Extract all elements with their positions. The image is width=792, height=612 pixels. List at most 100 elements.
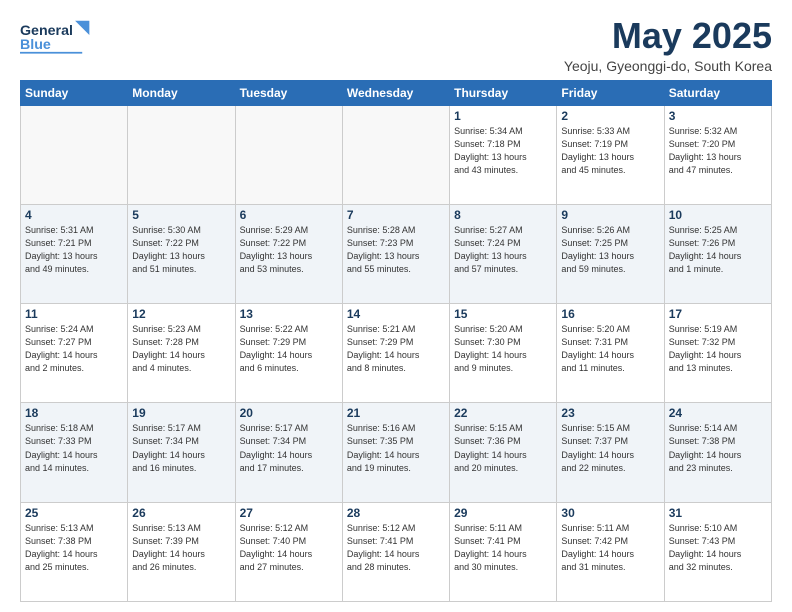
day-info: Sunrise: 5:13 AM Sunset: 7:39 PM Dayligh… [132, 522, 230, 574]
day-number: 11 [25, 307, 123, 321]
calendar-cell: 7 Sunrise: 5:28 AM Sunset: 7:23 PM Daylig… [342, 204, 449, 303]
day-number: 9 [561, 208, 659, 222]
calendar-cell: 23 Sunrise: 5:15 AM Sunset: 7:37 PM Dayli… [557, 403, 664, 502]
day-number: 29 [454, 506, 552, 520]
day-number: 30 [561, 506, 659, 520]
day-info: Sunrise: 5:15 AM Sunset: 7:36 PM Dayligh… [454, 422, 552, 474]
calendar-week-4: 25Sunrise: 5:13 AM Sunset: 7:38 PM Dayli… [21, 502, 772, 601]
calendar-cell [342, 105, 449, 204]
day-info: Sunrise: 5:11 AM Sunset: 7:42 PM Dayligh… [561, 522, 659, 574]
weekday-header-sunday: Sunday [21, 80, 128, 105]
day-number: 6 [240, 208, 338, 222]
weekday-header-thursday: Thursday [450, 80, 557, 105]
day-info: Sunrise: 5:20 AM Sunset: 7:31 PM Dayligh… [561, 323, 659, 375]
calendar-cell: 4 Sunrise: 5:31 AM Sunset: 7:21 PM Daylig… [21, 204, 128, 303]
title-block: May 2025 Yeoju, Gyeonggi-do, South Korea [564, 16, 772, 74]
day-info: Sunrise: 5:25 AM Sunset: 7:26 PM Dayligh… [669, 224, 767, 276]
day-number: 1 [454, 109, 552, 123]
day-info: Sunrise: 5:28 AM Sunset: 7:23 PM Dayligh… [347, 224, 445, 276]
logo-svg: General Blue [20, 16, 100, 61]
day-info: Sunrise: 5:29 AM Sunset: 7:22 PM Dayligh… [240, 224, 338, 276]
day-number: 18 [25, 406, 123, 420]
day-info: Sunrise: 5:32 AM Sunset: 7:20 PM Dayligh… [669, 125, 767, 177]
day-number: 16 [561, 307, 659, 321]
day-info: Sunrise: 5:33 AM Sunset: 7:19 PM Dayligh… [561, 125, 659, 177]
day-number: 2 [561, 109, 659, 123]
day-info: Sunrise: 5:26 AM Sunset: 7:25 PM Dayligh… [561, 224, 659, 276]
day-info: Sunrise: 5:21 AM Sunset: 7:29 PM Dayligh… [347, 323, 445, 375]
calendar-cell: 12Sunrise: 5:23 AM Sunset: 7:28 PM Dayli… [128, 304, 235, 403]
day-info: Sunrise: 5:14 AM Sunset: 7:38 PM Dayligh… [669, 422, 767, 474]
calendar-cell: 30 Sunrise: 5:11 AM Sunset: 7:42 PM Dayli… [557, 502, 664, 601]
day-number: 15 [454, 307, 552, 321]
day-number: 25 [25, 506, 123, 520]
weekday-header-tuesday: Tuesday [235, 80, 342, 105]
calendar-cell: 28Sunrise: 5:12 AM Sunset: 7:41 PM Dayli… [342, 502, 449, 601]
day-info: Sunrise: 5:30 AM Sunset: 7:22 PM Dayligh… [132, 224, 230, 276]
day-info: Sunrise: 5:10 AM Sunset: 7:43 PM Dayligh… [669, 522, 767, 574]
location: Yeoju, Gyeonggi-do, South Korea [564, 58, 772, 74]
calendar-week-1: 4 Sunrise: 5:31 AM Sunset: 7:21 PM Daylig… [21, 204, 772, 303]
calendar-cell: 27 Sunrise: 5:12 AM Sunset: 7:40 PM Dayli… [235, 502, 342, 601]
day-number: 17 [669, 307, 767, 321]
day-number: 27 [240, 506, 338, 520]
weekday-header-row: SundayMondayTuesdayWednesdayThursdayFrid… [21, 80, 772, 105]
calendar-cell: 13Sunrise: 5:22 AM Sunset: 7:29 PM Dayli… [235, 304, 342, 403]
calendar-cell: 15Sunrise: 5:20 AM Sunset: 7:30 PM Dayli… [450, 304, 557, 403]
logo: General Blue [20, 16, 100, 61]
calendar-cell: 31 Sunrise: 5:10 AM Sunset: 7:43 PM Dayli… [664, 502, 771, 601]
day-info: Sunrise: 5:12 AM Sunset: 7:40 PM Dayligh… [240, 522, 338, 574]
calendar-cell: 6 Sunrise: 5:29 AM Sunset: 7:22 PM Daylig… [235, 204, 342, 303]
calendar-cell: 5 Sunrise: 5:30 AM Sunset: 7:22 PM Daylig… [128, 204, 235, 303]
day-number: 24 [669, 406, 767, 420]
day-info: Sunrise: 5:17 AM Sunset: 7:34 PM Dayligh… [132, 422, 230, 474]
day-number: 5 [132, 208, 230, 222]
calendar-week-2: 11Sunrise: 5:24 AM Sunset: 7:27 PM Dayli… [21, 304, 772, 403]
weekday-header-monday: Monday [128, 80, 235, 105]
calendar-cell: 10Sunrise: 5:25 AM Sunset: 7:26 PM Dayli… [664, 204, 771, 303]
day-number: 3 [669, 109, 767, 123]
calendar-cell: 9 Sunrise: 5:26 AM Sunset: 7:25 PM Daylig… [557, 204, 664, 303]
day-number: 26 [132, 506, 230, 520]
calendar-cell: 16 Sunrise: 5:20 AM Sunset: 7:31 PM Dayli… [557, 304, 664, 403]
calendar-cell: 3 Sunrise: 5:32 AM Sunset: 7:20 PM Daylig… [664, 105, 771, 204]
calendar-cell: 1 Sunrise: 5:34 AM Sunset: 7:18 PM Daylig… [450, 105, 557, 204]
day-info: Sunrise: 5:22 AM Sunset: 7:29 PM Dayligh… [240, 323, 338, 375]
calendar-week-0: 1 Sunrise: 5:34 AM Sunset: 7:18 PM Daylig… [21, 105, 772, 204]
calendar-cell: 26 Sunrise: 5:13 AM Sunset: 7:39 PM Dayli… [128, 502, 235, 601]
calendar-table: SundayMondayTuesdayWednesdayThursdayFrid… [20, 80, 772, 602]
day-info: Sunrise: 5:34 AM Sunset: 7:18 PM Dayligh… [454, 125, 552, 177]
day-info: Sunrise: 5:15 AM Sunset: 7:37 PM Dayligh… [561, 422, 659, 474]
calendar-cell: 19Sunrise: 5:17 AM Sunset: 7:34 PM Dayli… [128, 403, 235, 502]
weekday-header-saturday: Saturday [664, 80, 771, 105]
day-number: 7 [347, 208, 445, 222]
calendar-cell [21, 105, 128, 204]
calendar-cell: 17 Sunrise: 5:19 AM Sunset: 7:32 PM Dayli… [664, 304, 771, 403]
day-info: Sunrise: 5:27 AM Sunset: 7:24 PM Dayligh… [454, 224, 552, 276]
calendar-cell: 22 Sunrise: 5:15 AM Sunset: 7:36 PM Dayli… [450, 403, 557, 502]
header: General Blue May 2025 Yeoju, Gyeonggi-do… [20, 16, 772, 74]
day-number: 23 [561, 406, 659, 420]
day-number: 12 [132, 307, 230, 321]
calendar-cell [128, 105, 235, 204]
day-number: 8 [454, 208, 552, 222]
day-number: 14 [347, 307, 445, 321]
page: General Blue May 2025 Yeoju, Gyeonggi-do… [0, 0, 792, 612]
calendar-cell: 8 Sunrise: 5:27 AM Sunset: 7:24 PM Daylig… [450, 204, 557, 303]
weekday-header-friday: Friday [557, 80, 664, 105]
calendar-cell: 11Sunrise: 5:24 AM Sunset: 7:27 PM Dayli… [21, 304, 128, 403]
day-number: 21 [347, 406, 445, 420]
day-number: 4 [25, 208, 123, 222]
calendar-cell [235, 105, 342, 204]
day-number: 31 [669, 506, 767, 520]
svg-text:Blue: Blue [20, 37, 51, 53]
day-info: Sunrise: 5:19 AM Sunset: 7:32 PM Dayligh… [669, 323, 767, 375]
day-number: 22 [454, 406, 552, 420]
day-number: 28 [347, 506, 445, 520]
day-info: Sunrise: 5:17 AM Sunset: 7:34 PM Dayligh… [240, 422, 338, 474]
calendar-cell: 14 Sunrise: 5:21 AM Sunset: 7:29 PM Dayli… [342, 304, 449, 403]
day-info: Sunrise: 5:11 AM Sunset: 7:41 PM Dayligh… [454, 522, 552, 574]
day-number: 20 [240, 406, 338, 420]
day-info: Sunrise: 5:31 AM Sunset: 7:21 PM Dayligh… [25, 224, 123, 276]
calendar-cell: 24 Sunrise: 5:14 AM Sunset: 7:38 PM Dayli… [664, 403, 771, 502]
